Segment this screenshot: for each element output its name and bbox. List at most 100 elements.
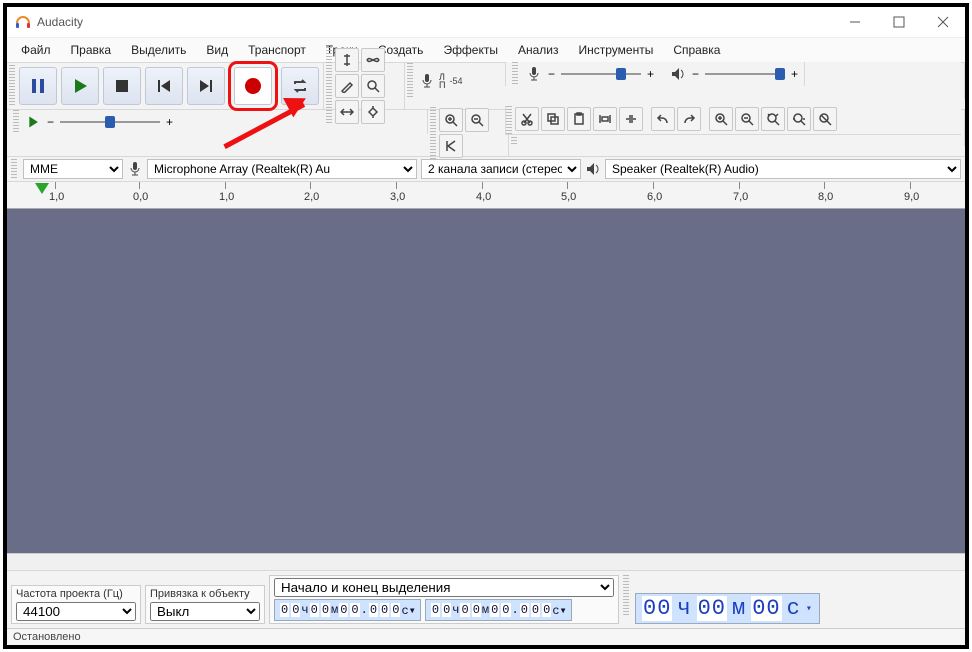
playhead-marker[interactable] (35, 183, 49, 194)
skip-start-button[interactable] (145, 67, 183, 105)
draw-tool-icon[interactable] (335, 74, 359, 98)
menu-analyze[interactable]: Анализ (512, 41, 565, 59)
horizontal-scrollbar[interactable] (7, 553, 965, 570)
maximize-button[interactable] (877, 7, 921, 37)
tracks-area[interactable] (7, 209, 965, 553)
toolbar-grip[interactable] (407, 63, 413, 99)
audio-position-display[interactable]: 00ч 00м 00с▾ (635, 593, 820, 624)
minutes-digit: 00 (697, 596, 727, 621)
recording-device-select[interactable]: Microphone Array (Realtek(R) Au (147, 159, 417, 179)
play-button[interactable] (61, 67, 99, 105)
project-rate-select[interactable]: 44100 (16, 602, 136, 621)
meter-lr-label: ЛП (439, 73, 445, 89)
edit-toolbar-top (428, 110, 509, 156)
selection-end-field[interactable]: 00ч00м00.000с▾ (425, 599, 572, 621)
audio-host-select[interactable]: MME (23, 159, 123, 179)
recording-channels-select[interactable]: 2 канала записи (стерео) (421, 159, 581, 179)
mixer-toolbar: − + (7, 110, 428, 134)
play-volume-slider[interactable] (705, 66, 785, 82)
trim-icon[interactable] (593, 107, 617, 131)
snap-panel: Привязка к объекту Выкл (145, 585, 265, 624)
zoom-in-icon[interactable] (709, 107, 733, 131)
silence-icon[interactable] (619, 107, 643, 131)
paste-icon[interactable] (567, 107, 591, 131)
toolbar-grip[interactable] (13, 110, 19, 134)
seconds-digit: 00 (751, 596, 781, 621)
ruler-label: 0,0 (133, 191, 148, 203)
redo-icon[interactable] (677, 107, 701, 131)
record-icon (245, 78, 261, 94)
selection-start-field[interactable]: 00ч00м00.000с▾ (274, 599, 421, 621)
menu-edit[interactable]: Правка (65, 41, 118, 59)
zoom-out-icon[interactable] (735, 107, 759, 131)
window-title: Audacity (37, 15, 83, 29)
menu-help[interactable]: Справка (667, 41, 726, 59)
first-icon[interactable] (439, 134, 463, 158)
ruler-label: 9,0 (904, 191, 919, 203)
zoom-toggle-icon[interactable] (813, 107, 837, 131)
menu-tools[interactable]: Инструменты (573, 41, 660, 59)
toolbar-grip[interactable] (506, 106, 512, 134)
minus-icon: − (692, 67, 699, 81)
fit-project-icon[interactable] (787, 107, 811, 131)
copy-icon[interactable] (541, 107, 565, 131)
stop-button[interactable] (103, 67, 141, 105)
selection-mode-select[interactable]: Начало и конец выделения (274, 578, 614, 597)
toolbar-grip[interactable] (623, 575, 629, 615)
menu-select[interactable]: Выделить (125, 41, 192, 59)
playback-gain-slider[interactable] (60, 114, 160, 130)
menu-transport[interactable]: Транспорт (242, 41, 312, 59)
gain-plus-icon: + (166, 115, 173, 129)
microphone-icon (526, 66, 542, 82)
timeline-ruler[interactable]: 1,00,01,02,03,04,05,06,07,08,09,0 (7, 182, 965, 209)
record-highlight (228, 61, 278, 111)
ruler-label: 1,0 (49, 191, 64, 203)
zoom-in-icon[interactable] (439, 108, 463, 132)
loop-button[interactable] (281, 67, 319, 105)
envelope-tool-icon[interactable] (361, 48, 385, 72)
fit-selection-icon[interactable] (761, 107, 785, 131)
selection-tool-icon[interactable] (335, 48, 359, 72)
gain-minus-icon: − (47, 115, 54, 129)
menu-file[interactable]: Файл (15, 41, 57, 59)
toolbar-grip[interactable] (512, 62, 518, 86)
device-toolbar: MME Microphone Array (Realtek(R) Au 2 ка… (7, 157, 965, 182)
speaker-icon (670, 66, 686, 82)
edit-toolbar (505, 106, 961, 135)
microphone-icon (127, 161, 143, 177)
toolbar-grip[interactable] (9, 65, 15, 107)
project-rate-label: Частота проекта (Гц) (16, 588, 136, 600)
pause-button[interactable] (19, 67, 57, 105)
selection-panel: Начало и конец выделения 00ч00м00.000с▾ … (269, 575, 619, 624)
cut-icon[interactable] (515, 107, 539, 131)
menu-effects[interactable]: Эффекты (437, 41, 504, 59)
zoom-out-icon[interactable] (465, 108, 489, 132)
ruler-label: 3,0 (390, 191, 405, 203)
ruler-label: 2,0 (304, 191, 319, 203)
hours-digit: 00 (642, 596, 672, 621)
input-volume-group: − + − + (505, 62, 805, 86)
rec-volume-slider[interactable] (561, 66, 641, 82)
playback-device-select[interactable]: Speaker (Realtek(R) Audio) (605, 159, 961, 179)
menu-view[interactable]: Вид (200, 41, 234, 59)
snap-select[interactable]: Выкл (150, 602, 260, 621)
close-button[interactable] (921, 7, 965, 37)
undo-icon[interactable] (651, 107, 675, 131)
ruler-label: 5,0 (561, 191, 576, 203)
skip-end-button[interactable] (187, 67, 225, 105)
app-icon (15, 14, 31, 30)
toolbar-grip[interactable] (11, 159, 17, 179)
snap-label: Привязка к объекту (150, 588, 260, 600)
plus-icon: + (647, 67, 654, 81)
minus-icon: − (548, 67, 555, 81)
zoom-tool-icon[interactable] (361, 74, 385, 98)
project-rate-panel: Частота проекта (Гц) 44100 (11, 585, 141, 624)
plus-icon: + (791, 67, 798, 81)
selection-toolbar: Частота проекта (Гц) 44100 Привязка к об… (7, 570, 965, 628)
toolbar-grip[interactable] (430, 107, 436, 159)
title-bar: Audacity (7, 7, 965, 38)
menu-bar: Файл Правка Выделить Вид Транспорт Треки… (7, 38, 965, 63)
minimize-button[interactable] (833, 7, 877, 37)
speaker-icon (585, 161, 601, 177)
record-button[interactable] (234, 67, 272, 105)
